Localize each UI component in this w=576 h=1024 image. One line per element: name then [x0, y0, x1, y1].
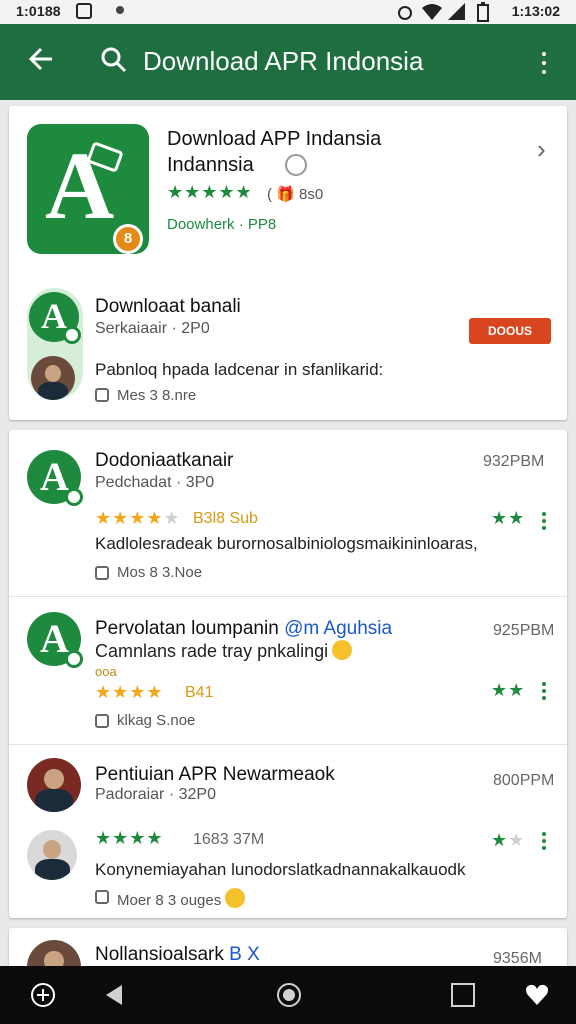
divider — [9, 596, 567, 597]
home-icon[interactable] — [276, 982, 302, 1008]
meta-icon — [95, 566, 109, 580]
review-subtitle: Padoraiar · 32P0 — [95, 786, 216, 803]
promo-badge[interactable]: DOOUS — [469, 318, 551, 344]
heart-icon[interactable] — [524, 982, 550, 1008]
reviewer-avatar[interactable] — [27, 758, 81, 812]
review-title: Nollansioalsark B X — [95, 944, 260, 965]
status-time-left: 1:0188 — [16, 3, 61, 19]
orange-badge-icon: 8 — [113, 224, 143, 254]
right-stars: ★★ — [491, 680, 526, 700]
signal-icon — [448, 3, 465, 20]
back-icon[interactable] — [102, 982, 128, 1008]
review-meta: Moer 8 3 ouges — [117, 888, 246, 909]
divider — [9, 744, 567, 745]
review-rating-text: 1683 37M — [193, 831, 265, 848]
info-icon[interactable] — [285, 154, 307, 176]
review-time: 800PPM — [493, 772, 555, 789]
review-meta: klkag S.noe — [117, 712, 196, 729]
accessibility-icon[interactable] — [30, 982, 56, 1008]
leaf-icon — [63, 326, 81, 344]
app-bar: Download APR Indonsia — [0, 24, 576, 100]
status-bar: 1:0188 1:13:02 — [0, 0, 576, 24]
review-stars: ★★★★ — [95, 682, 164, 702]
review-title: Pervolatan loumpanin @m Aguhsia — [95, 618, 393, 639]
right-stars: ★★ — [491, 508, 526, 528]
more-options-icon[interactable] — [541, 512, 547, 530]
meta-icon — [95, 890, 109, 904]
reviewer-logo-icon[interactable]: A — [27, 612, 83, 668]
system-nav-bar — [0, 966, 576, 1024]
leaf-icon — [65, 650, 83, 668]
back-arrow-icon[interactable] — [28, 46, 54, 77]
battery-icon — [477, 2, 489, 22]
more-options-icon[interactable] — [536, 48, 552, 78]
recents-icon[interactable] — [450, 982, 476, 1008]
review-stars: ★★★★ — [95, 828, 164, 848]
review-title: Dodoniaatkanair — [95, 450, 234, 471]
dot-icon — [116, 6, 124, 14]
reviewer-logo-icon[interactable]: A — [27, 450, 83, 506]
review-rating-text: B41 — [185, 684, 214, 701]
review-stars: ★★★★★ — [95, 508, 181, 528]
search-query-title[interactable]: Download APR Indonsia — [143, 46, 423, 76]
review-rating-text: B3l8 Sub — [193, 510, 258, 527]
review-title: Pentiuian APR Newarmeaok — [95, 764, 335, 785]
developer-name[interactable]: Doowherk · PP8 — [167, 216, 276, 233]
review-body: Kadlolesradeak burornosalbiniologsmaikin… — [95, 534, 478, 553]
search-icon[interactable] — [100, 46, 128, 74]
notification-icon — [76, 3, 92, 19]
app-rating-stars: ★★★★★ — [167, 182, 253, 202]
reviews-card: A Dodoniaatkanair Pedchadat · 3P0 932PBM… — [9, 430, 567, 918]
featured-app-card[interactable]: A 8 Download APP Indansia Indannsia ★★★★… — [9, 106, 567, 420]
review-meta: Mes 3 8.nre — [117, 387, 197, 404]
chevron-right-icon[interactable]: › — [537, 134, 546, 165]
review-extra: ooa — [95, 664, 117, 679]
app-name-line2: Indannsia — [167, 154, 254, 176]
meta-icon — [95, 714, 109, 728]
review-meta: Mos 8 3.Noe — [117, 564, 203, 581]
review-avatar-stack: A — [27, 288, 83, 400]
reviewer-avatar-secondary[interactable] — [27, 830, 77, 880]
meta-icon — [95, 388, 109, 402]
review-time: 932PBM — [483, 453, 545, 470]
review-subtitle: Camnlans rade tray pnkalingi — [95, 640, 353, 662]
leaf-icon — [65, 488, 83, 506]
review-body: Pabnloq hpada ladcenar in sfanlikarid: — [95, 360, 384, 379]
app-icon[interactable]: A 8 — [27, 124, 149, 254]
reviewer-avatar[interactable] — [31, 356, 75, 400]
review-time: 925PBM — [493, 622, 555, 639]
review-subtitle: Pedchadat · 3P0 — [95, 474, 215, 491]
alarm-icon — [398, 6, 412, 20]
wifi-icon — [422, 4, 442, 20]
more-options-icon[interactable] — [541, 682, 547, 700]
app-name[interactable]: Download APP Indansia — [167, 128, 381, 151]
reviewer-logo-icon: A — [29, 292, 81, 344]
right-stars: ★★ — [491, 830, 526, 850]
review-subtitle: Serkaiaair · 2P0 — [95, 320, 210, 337]
more-options-icon[interactable] — [541, 832, 547, 850]
emoji-icon — [225, 888, 246, 908]
review-body: Konynemiayahan lunodorslatkadnannakalkau… — [95, 860, 466, 879]
status-time-right: 1:13:02 — [511, 3, 560, 19]
emoji-icon — [332, 640, 353, 660]
rating-meta: ( 🎁 8s0 — [267, 186, 324, 203]
review-title: Downloaat banali — [95, 296, 241, 317]
